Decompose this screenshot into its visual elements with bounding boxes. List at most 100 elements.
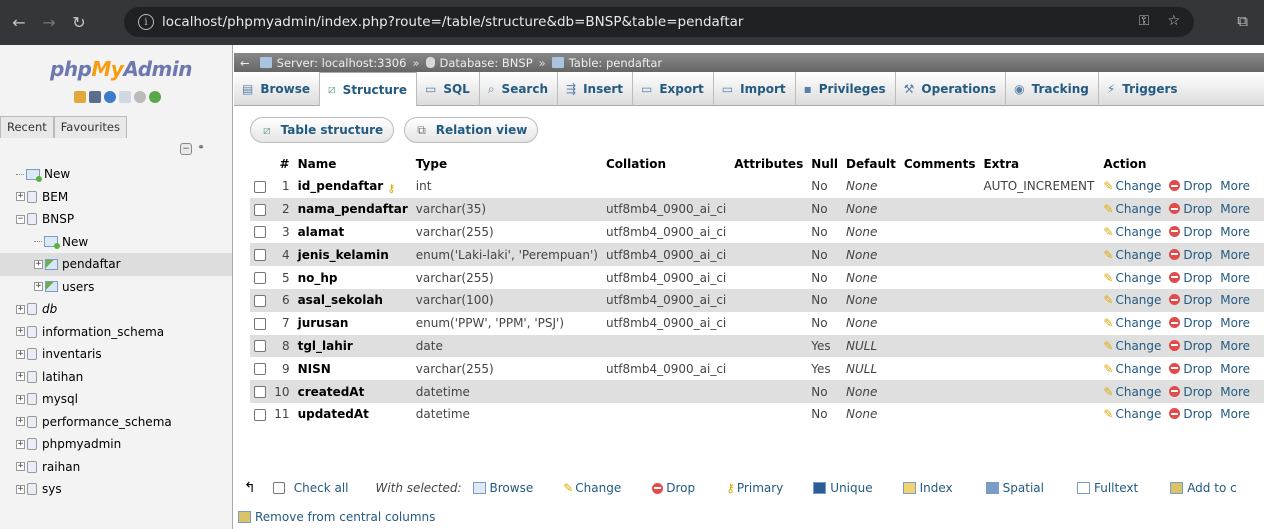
expand-icon[interactable]: + bbox=[16, 372, 25, 382]
more-link[interactable]: More bbox=[1220, 202, 1250, 216]
drop-link[interactable]: Drop bbox=[1169, 385, 1212, 399]
tree-item-mysql[interactable]: + mysql bbox=[0, 388, 232, 411]
row-checkbox[interactable] bbox=[254, 294, 266, 307]
bulk-change-button[interactable]: ✎ Change bbox=[563, 481, 621, 495]
change-link[interactable]: ✎ Change bbox=[1103, 225, 1161, 239]
drop-link[interactable]: Drop bbox=[1169, 248, 1212, 262]
tab-triggers[interactable]: ⚡ Triggers bbox=[1099, 72, 1187, 106]
change-link[interactable]: ✎ Change bbox=[1103, 339, 1161, 353]
breadcrumb-table[interactable]: Table: pendaftar bbox=[569, 56, 662, 70]
expand-icon[interactable]: + bbox=[16, 394, 25, 404]
col-name[interactable]: Name bbox=[293, 153, 412, 175]
expand-icon[interactable]: + bbox=[16, 462, 25, 472]
subtab-relation-view[interactable]: ⧉ Relation view bbox=[404, 117, 539, 143]
bulk-drop-button[interactable]: Drop bbox=[652, 481, 695, 495]
more-link[interactable]: More bbox=[1220, 179, 1250, 193]
query-window-icon[interactable] bbox=[104, 91, 116, 103]
drop-link[interactable]: Drop bbox=[1169, 293, 1212, 307]
tab-tracking[interactable]: ◉ Tracking bbox=[1006, 72, 1099, 106]
drop-link[interactable]: Drop bbox=[1169, 271, 1212, 285]
bulk-spatial-button[interactable]: Spatial bbox=[985, 481, 1044, 495]
expand-icon[interactable]: + bbox=[34, 282, 43, 292]
more-link[interactable]: More bbox=[1220, 225, 1250, 239]
tree-item-users[interactable]: + users bbox=[0, 276, 232, 299]
tree-item-pendaftar[interactable]: + pendaftar bbox=[0, 253, 232, 276]
bulk-primary-button[interactable]: ⚷ Primary bbox=[726, 481, 783, 495]
more-link[interactable]: More bbox=[1220, 385, 1250, 399]
collapse-arrow-icon[interactable]: ← bbox=[240, 56, 250, 70]
row-checkbox[interactable] bbox=[254, 363, 266, 376]
tree-item-performance-schema[interactable]: + performance_schema bbox=[0, 411, 232, 434]
expand-icon[interactable]: + bbox=[16, 417, 25, 427]
tree-item-inventaris[interactable]: + inventaris bbox=[0, 343, 232, 366]
row-checkbox[interactable] bbox=[254, 180, 266, 193]
address-url[interactable]: localhost/phpmyadmin/index.php?route=/ta… bbox=[162, 14, 743, 30]
expand-icon[interactable]: + bbox=[16, 349, 25, 359]
change-link[interactable]: ✎ Change bbox=[1103, 293, 1161, 307]
tab-recent[interactable]: Recent bbox=[0, 116, 54, 138]
bulk-unique-button[interactable]: Unique bbox=[813, 481, 873, 495]
tab-operations[interactable]: ⚒ Operations bbox=[896, 72, 1007, 106]
tab-structure[interactable]: ⧄ Structure bbox=[320, 72, 417, 106]
change-link[interactable]: ✎ Change bbox=[1103, 271, 1161, 285]
drop-link[interactable]: Drop bbox=[1169, 202, 1212, 216]
address-bar[interactable]: i localhost/phpmyadmin/index.php?route=/… bbox=[124, 7, 1194, 37]
row-checkbox[interactable] bbox=[254, 226, 266, 239]
reload-icon[interactable]: ↻ bbox=[68, 12, 90, 34]
tree-item-bem[interactable]: + BEM bbox=[0, 186, 232, 209]
row-checkbox[interactable] bbox=[254, 340, 266, 353]
row-checkbox[interactable] bbox=[254, 386, 266, 399]
settings-gear-icon[interactable] bbox=[134, 91, 146, 103]
tree-item-sys[interactable]: + sys bbox=[0, 478, 232, 501]
breadcrumb-database[interactable]: Database: BNSP bbox=[440, 56, 533, 70]
more-link[interactable]: More bbox=[1220, 316, 1250, 330]
bulk-browse-button[interactable]: Browse bbox=[472, 481, 533, 495]
collapse-icon[interactable]: − bbox=[16, 214, 25, 224]
tab-sql[interactable]: ▭ SQL bbox=[417, 72, 480, 106]
tab-privileges[interactable]: ▪ Privileges bbox=[796, 72, 896, 106]
subtab-table-structure[interactable]: ⧄ Table structure bbox=[250, 117, 395, 143]
key-icon[interactable]: ⚿ bbox=[1139, 13, 1150, 29]
check-all-checkbox[interactable] bbox=[272, 482, 285, 494]
link-icon[interactable]: ⚭ bbox=[195, 143, 207, 155]
expand-icon[interactable]: + bbox=[34, 259, 43, 269]
remove-central-button[interactable]: Remove from central columns bbox=[238, 510, 435, 524]
more-link[interactable]: More bbox=[1220, 271, 1250, 285]
logout-icon[interactable] bbox=[89, 91, 101, 103]
change-link[interactable]: ✎ Change bbox=[1103, 362, 1161, 376]
tab-insert[interactable]: ⇶ Insert bbox=[558, 72, 634, 106]
change-link[interactable]: ✎ Change bbox=[1103, 385, 1161, 399]
breadcrumb-server[interactable]: Server: localhost:3306 bbox=[277, 56, 407, 70]
reload-nav-icon[interactable] bbox=[149, 91, 161, 103]
tab-search[interactable]: ⌕ Search bbox=[480, 72, 558, 106]
tab-export[interactable]: ▭ Export bbox=[633, 72, 714, 106]
collapse-all-icon[interactable]: − bbox=[180, 143, 192, 155]
home-icon[interactable] bbox=[74, 91, 86, 103]
tree-item-new[interactable]: New bbox=[0, 231, 232, 254]
drop-link[interactable]: Drop bbox=[1169, 339, 1212, 353]
change-link[interactable]: ✎ Change bbox=[1103, 179, 1161, 193]
tree-item-db[interactable]: + db bbox=[0, 298, 232, 321]
phpmyadmin-logo[interactable]: phpMyAdmin bbox=[50, 57, 192, 81]
bulk-index-button[interactable]: Index bbox=[902, 481, 953, 495]
bulk-add-central-button[interactable]: Add to c bbox=[1170, 481, 1237, 495]
row-checkbox[interactable] bbox=[254, 408, 266, 421]
tree-item-raihan[interactable]: + raihan bbox=[0, 456, 232, 479]
expand-icon[interactable]: + bbox=[16, 484, 25, 494]
more-link[interactable]: More bbox=[1220, 293, 1250, 307]
expand-icon[interactable]: + bbox=[16, 192, 25, 202]
drop-link[interactable]: Drop bbox=[1169, 179, 1212, 193]
back-icon[interactable]: ← bbox=[8, 12, 30, 34]
extensions-icon[interactable]: ⧉ bbox=[1237, 12, 1248, 30]
tree-item-new[interactable]: New bbox=[0, 163, 232, 186]
change-link[interactable]: ✎ Change bbox=[1103, 407, 1161, 421]
more-link[interactable]: More bbox=[1220, 407, 1250, 421]
drop-link[interactable]: Drop bbox=[1169, 362, 1212, 376]
change-link[interactable]: ✎ Change bbox=[1103, 316, 1161, 330]
tree-item-phpmyadmin[interactable]: + phpmyadmin bbox=[0, 433, 232, 456]
bookmark-star-icon[interactable]: ☆ bbox=[1167, 13, 1180, 29]
drop-link[interactable]: Drop bbox=[1169, 316, 1212, 330]
expand-icon[interactable]: + bbox=[16, 327, 25, 337]
change-link[interactable]: ✎ Change bbox=[1103, 202, 1161, 216]
docs-icon[interactable] bbox=[119, 91, 131, 103]
